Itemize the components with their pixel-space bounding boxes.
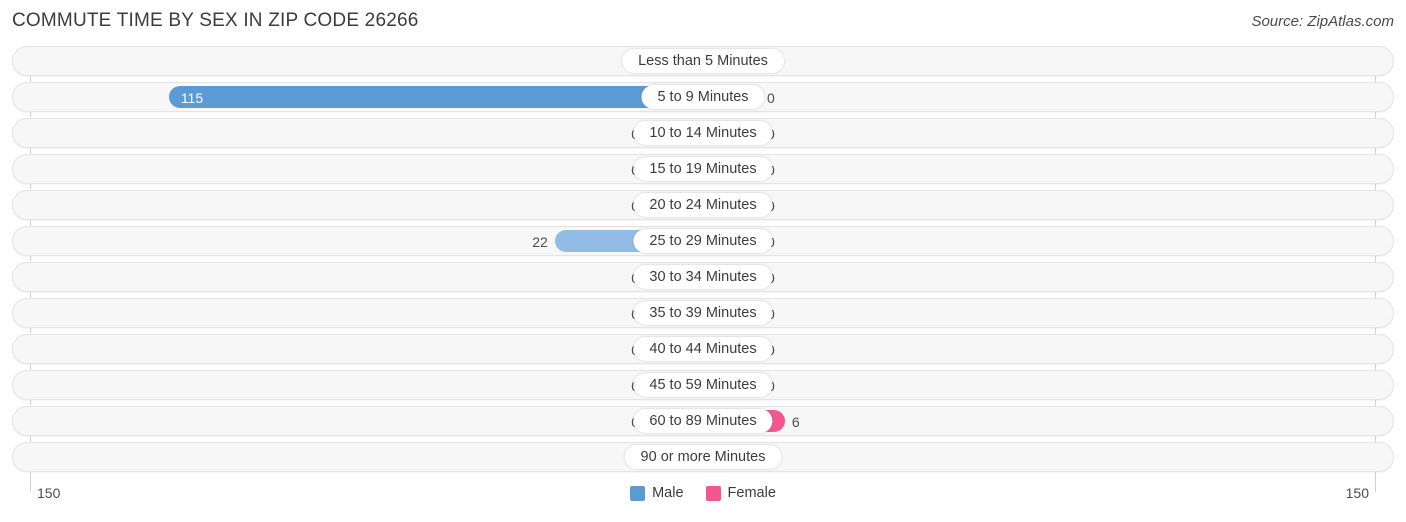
male-value-label: 22 [532,234,548,250]
category-label: 35 to 39 Minutes [633,301,773,325]
male-value-label: 115 [180,90,204,106]
category-label: 45 to 59 Minutes [633,373,773,397]
table-row[interactable]: 0660 to 89 Minutes [12,406,1394,436]
category-label: 25 to 29 Minutes [633,229,773,253]
table-row[interactable]: 115 0 5 to 9 Minutes [12,82,1394,112]
source-attribution: Source: ZipAtlas.com [1251,13,1394,30]
category-label: Less than 5 Minutes [622,49,784,73]
table-row[interactable]: 00Less than 5 Minutes [12,46,1394,76]
table-row[interactable]: 0045 to 59 Minutes [12,370,1394,400]
page-title: COMMUTE TIME BY SEX IN ZIP CODE 26266 [12,10,419,31]
category-label: 5 to 9 Minutes [641,85,765,109]
category-label: 60 to 89 Minutes [633,409,773,433]
female-color-swatch-icon [705,485,721,501]
table-row[interactable]: 22025 to 29 Minutes [12,226,1394,256]
table-row[interactable]: 0020 to 24 Minutes [12,190,1394,220]
female-value-label: 6 [791,414,800,430]
category-label: 10 to 14 Minutes [633,121,773,145]
table-row[interactable]: 0015 to 19 Minutes [12,154,1394,184]
legend-label-male: Male [652,485,684,501]
category-label: 30 to 34 Minutes [633,265,773,289]
table-row[interactable]: 0035 to 39 Minutes [12,298,1394,328]
table-row[interactable]: 0010 to 14 Minutes [12,118,1394,148]
category-label: 15 to 19 Minutes [633,157,773,181]
chart-footer: 150 150 Male Female [0,482,1406,512]
male-color-swatch-icon [630,485,646,501]
bar-row-list: 00Less than 5 Minutes 115 05 to 9 Minutes 0… [12,46,1394,478]
category-label: 20 to 24 Minutes [633,193,773,217]
table-row[interactable]: 0090 or more Minutes [12,442,1394,472]
male-bar[interactable] [169,86,703,108]
legend-item-male[interactable]: Male [630,485,684,501]
female-value-label: 0 [767,90,775,106]
legend-label-female: Female [727,485,776,501]
category-label: 90 or more Minutes [624,445,782,469]
table-row[interactable]: 0030 to 34 Minutes [12,262,1394,292]
chart-header: COMMUTE TIME BY SEX IN ZIP CODE 26266 So… [0,0,1406,40]
legend-item-female[interactable]: Female [705,485,776,501]
category-label: 40 to 44 Minutes [633,337,773,361]
chart-plot-area: 00Less than 5 Minutes 115 05 to 9 Minutes 0… [0,46,1406,492]
table-row[interactable]: 0040 to 44 Minutes [12,334,1394,364]
chart-legend: Male Female [0,485,1406,501]
